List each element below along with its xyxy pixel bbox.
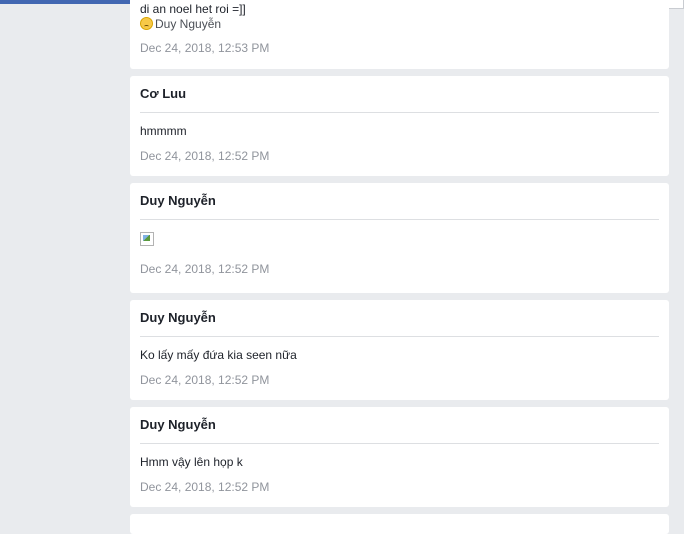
message-timestamp: Dec 24, 2018, 12:53 PM: [140, 41, 270, 55]
divider: [140, 443, 659, 444]
message-author[interactable]: Duy Nguyễn: [140, 300, 659, 326]
signature-name: Duy Nguyễn: [155, 17, 222, 31]
message-card: Cơ Luu hmmmm Dec 24, 2018, 12:52 PM: [130, 76, 669, 176]
message-author[interactable]: Duy Nguyễn: [140, 183, 659, 209]
message-author[interactable]: Duy Nguyễn: [140, 407, 659, 433]
message-card: Duy Nguyễn Hmm vậy lên họp k Dec 24, 201…: [130, 407, 669, 507]
message-author[interactable]: Cơ Luu: [140, 76, 659, 102]
message-card: di an noel het roi =]] Duy Nguyễn Dec 24…: [130, 0, 669, 69]
message-timestamp: Dec 24, 2018, 12:52 PM: [140, 149, 270, 163]
message-card: Duy Nguyễn Dec 24, 2018, 12:52 PM: [130, 183, 669, 293]
message-timestamp: Dec 24, 2018, 12:52 PM: [140, 262, 270, 276]
divider: [140, 112, 659, 113]
message-text: hmmmm: [140, 124, 187, 138]
divider: [140, 336, 659, 337]
message-card: Duy Nguyễn Ko lấy mấy đứa kia seen nữa D…: [130, 300, 669, 400]
broken-image-icon[interactable]: [140, 232, 154, 246]
sad-face-emoji-icon: [140, 17, 153, 30]
divider: [140, 219, 659, 220]
message-text: Ko lấy mấy đứa kia seen nữa: [140, 348, 297, 362]
message-timestamp: Dec 24, 2018, 12:52 PM: [140, 480, 270, 494]
message-text: Hmm vậy lên họp k: [140, 455, 243, 469]
message-timestamp: Dec 24, 2018, 12:52 PM: [140, 373, 270, 387]
message-text: di an noel het roi =]]: [140, 2, 246, 16]
message-signature: Duy Nguyễn: [140, 17, 659, 32]
message-card: [130, 514, 669, 534]
